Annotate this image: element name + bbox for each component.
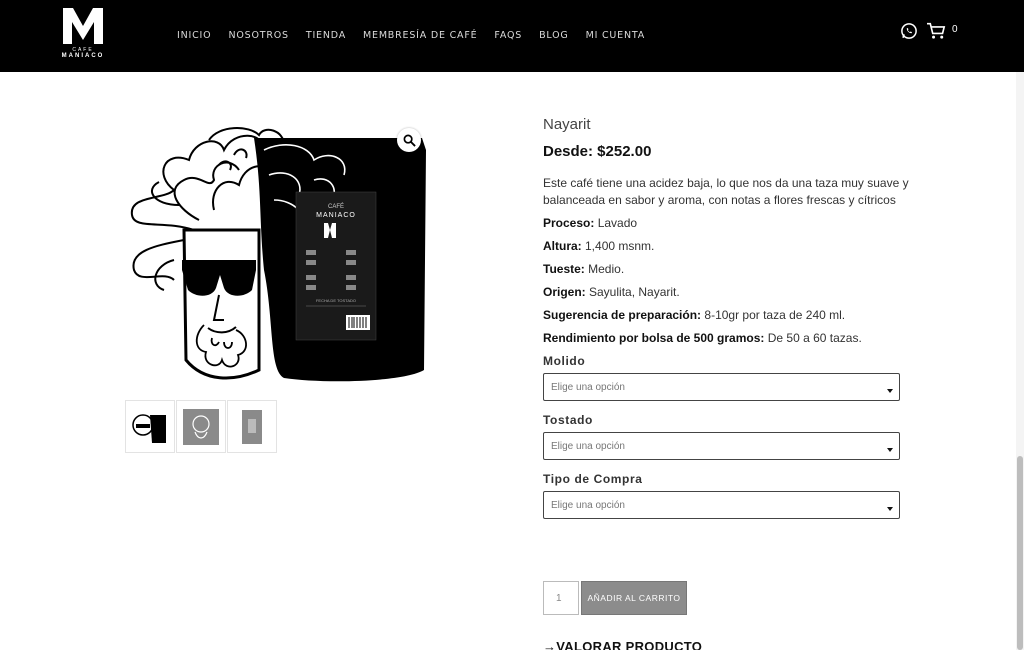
- attr-label: Origen:: [543, 285, 586, 299]
- nav-tienda[interactable]: TIENDA: [306, 30, 346, 41]
- cart-count[interactable]: 0: [952, 24, 958, 35]
- thumbnail-1[interactable]: [125, 400, 175, 453]
- product-summary: Nayarit Desde: $252.00 Este café tiene u…: [543, 116, 913, 519]
- tipo-compra-label: Tipo de Compra: [543, 472, 643, 486]
- attr-origen: Origen: Sayulita, Nayarit.: [543, 284, 913, 300]
- product-title: Nayarit: [543, 116, 591, 133]
- select-placeholder: Elige una opción: [551, 500, 625, 511]
- whatsapp-icon[interactable]: [900, 22, 918, 40]
- attr-rendimiento: Rendimiento por bolsa de 500 gramos: De …: [543, 330, 913, 346]
- attr-value: Sayulita, Nayarit.: [585, 285, 680, 299]
- attr-proceso: Proceso: Lavado: [543, 215, 913, 231]
- header-icons: 0: [900, 22, 958, 40]
- attr-value: De 50 a 60 tazas.: [764, 331, 862, 345]
- chevron-down-icon: [887, 389, 893, 393]
- attr-label: Proceso:: [543, 216, 595, 230]
- attr-label: Altura:: [543, 239, 582, 253]
- quantity-input[interactable]: [543, 581, 579, 615]
- select-placeholder: Elige una opción: [551, 382, 625, 393]
- logo-m-mark: [63, 8, 103, 44]
- nav-nosotros[interactable]: NOSOTROS: [228, 30, 288, 41]
- nav-inicio[interactable]: INICIO: [177, 30, 211, 41]
- nav-faqs[interactable]: FAQS: [494, 30, 522, 41]
- bag-date-label: FECHA DE TOSTADO: [316, 298, 356, 303]
- attr-value: 8-10gr por taza de 240 ml.: [701, 308, 846, 322]
- product-main-image[interactable]: CAFÉ MANIACO FECHA DE TOSTADO: [124, 120, 434, 390]
- tipo-compra-select[interactable]: Elige una opción: [543, 491, 900, 519]
- tostado-select[interactable]: Elige una opción: [543, 432, 900, 460]
- thumb-bag-image: [242, 409, 262, 444]
- bag-brand: CAFÉ: [328, 203, 344, 210]
- logo-line2: MANIACO: [61, 53, 105, 59]
- site-logo[interactable]: CAFE MANIACO: [58, 6, 108, 64]
- attr-preparacion: Sugerencia de preparación: 8-10gr por ta…: [543, 307, 913, 323]
- site-header: CAFE MANIACO INICIO NOSOTROS TIENDA MEMB…: [0, 0, 1024, 72]
- attr-label: Sugerencia de preparación:: [543, 308, 702, 322]
- nav-blog[interactable]: BLOG: [539, 30, 569, 41]
- review-product-link[interactable]: →VALORAR PRODUCTO: [543, 639, 702, 650]
- magnifier-icon: [403, 134, 416, 147]
- main-nav: INICIO NOSOTROS TIENDA MEMBRESÍA DE CAFÉ…: [177, 30, 662, 41]
- thumb-face-bag-image: [132, 413, 166, 443]
- attr-label: Rendimiento por bolsa de 500 gramos:: [543, 331, 765, 345]
- thumb-illustration-image: [183, 408, 219, 445]
- attr-value: Lavado: [594, 216, 638, 230]
- thumbnail-2[interactable]: [176, 400, 226, 453]
- nav-membresia[interactable]: MEMBRESÍA DE CAFÉ: [363, 30, 477, 41]
- cart-icon[interactable]: [926, 22, 946, 40]
- attr-altura: Altura: 1,400 msnm.: [543, 238, 913, 254]
- add-to-cart-button[interactable]: AÑADIR AL CARRITO: [581, 581, 687, 615]
- bag-name: MANIACO: [316, 212, 356, 219]
- gallery-thumbnails: [125, 400, 278, 453]
- tostado-label: Tostado: [543, 413, 593, 427]
- chevron-down-icon: [887, 507, 893, 511]
- scrollbar-thumb[interactable]: [1017, 456, 1023, 650]
- molido-label: Molido: [543, 354, 586, 368]
- molido-select[interactable]: Elige una opción: [543, 373, 900, 401]
- product-price: Desde: $252.00: [543, 143, 652, 160]
- product-illustration: CAFÉ MANIACO FECHA DE TOSTADO: [130, 127, 426, 382]
- product-description: Este café tiene una acidez baja, lo que …: [543, 176, 909, 207]
- nav-mi-cuenta[interactable]: MI CUENTA: [586, 30, 645, 41]
- attr-tueste: Tueste: Medio.: [543, 261, 913, 277]
- select-placeholder: Elige una opción: [551, 441, 625, 452]
- chevron-down-icon: [887, 448, 893, 452]
- zoom-button[interactable]: [397, 128, 421, 152]
- attr-label: Tueste:: [543, 262, 585, 276]
- attr-value: Medio.: [584, 262, 625, 276]
- attr-value: 1,400 msnm.: [581, 239, 655, 253]
- thumbnail-3[interactable]: [227, 400, 277, 453]
